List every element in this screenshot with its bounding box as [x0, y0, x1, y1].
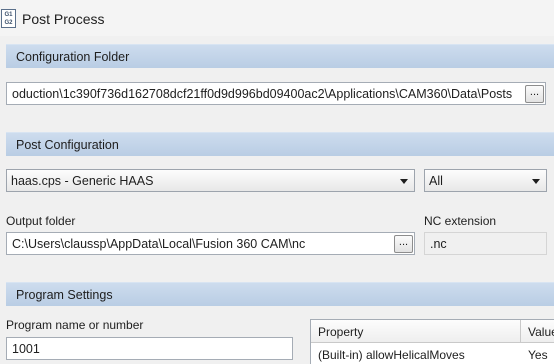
- gcode-file-icon: G1 G2: [1, 9, 16, 28]
- configuration-folder-header: Configuration Folder: [6, 44, 554, 68]
- value-column-header[interactable]: Value: [521, 320, 554, 343]
- icon-line-1: G1: [4, 12, 13, 18]
- post-processor-select[interactable]: haas.cps - Generic HAAS: [6, 169, 415, 192]
- property-table: Property Value (Built-in) allowHelicalMo…: [310, 319, 554, 364]
- post-filter-selected: All: [429, 174, 443, 188]
- post-configuration-header: Post Configuration: [6, 132, 554, 156]
- icon-line-2: G2: [4, 20, 13, 26]
- program-name-value: 1001: [12, 342, 40, 356]
- output-folder-browse-button[interactable]: ...: [394, 235, 413, 253]
- property-name-cell: (Built-in) allowHelicalMoves: [318, 348, 465, 362]
- post-filter-select[interactable]: All: [424, 169, 547, 192]
- configuration-folder-browse-button[interactable]: ...: [525, 85, 544, 103]
- post-processor-selected: haas.cps - Generic HAAS: [11, 174, 154, 188]
- output-folder-field[interactable]: C:\Users\claussp\AppData\Local\Fusion 36…: [6, 232, 415, 255]
- nc-extension-value: .nc: [430, 237, 447, 251]
- nc-extension-label: NC extension: [424, 214, 497, 228]
- table-row[interactable]: (Built-in) allowHelicalMoves Yes: [311, 344, 554, 364]
- property-value-cell[interactable]: Yes: [521, 344, 554, 364]
- property-column-header[interactable]: Property: [311, 320, 521, 343]
- chevron-down-icon: [400, 179, 408, 184]
- program-name-input[interactable]: 1001: [6, 337, 293, 360]
- chevron-down-icon: [532, 179, 540, 184]
- output-folder-value: C:\Users\claussp\AppData\Local\Fusion 36…: [12, 237, 306, 251]
- program-settings-header: Program Settings: [6, 282, 554, 306]
- window-title: Post Process: [22, 11, 105, 27]
- output-folder-label: Output folder: [6, 214, 76, 228]
- property-table-header: Property Value: [311, 320, 554, 343]
- title-bar: G1 G2 Post Process: [0, 0, 554, 36]
- nc-extension-field: .nc: [424, 232, 547, 255]
- configuration-folder-field[interactable]: oduction\1c390f736d162708dcf21ff0d9d996b…: [6, 82, 546, 105]
- configuration-folder-path: oduction\1c390f736d162708dcf21ff0d9d996b…: [12, 87, 513, 101]
- program-name-label: Program name or number: [6, 318, 144, 332]
